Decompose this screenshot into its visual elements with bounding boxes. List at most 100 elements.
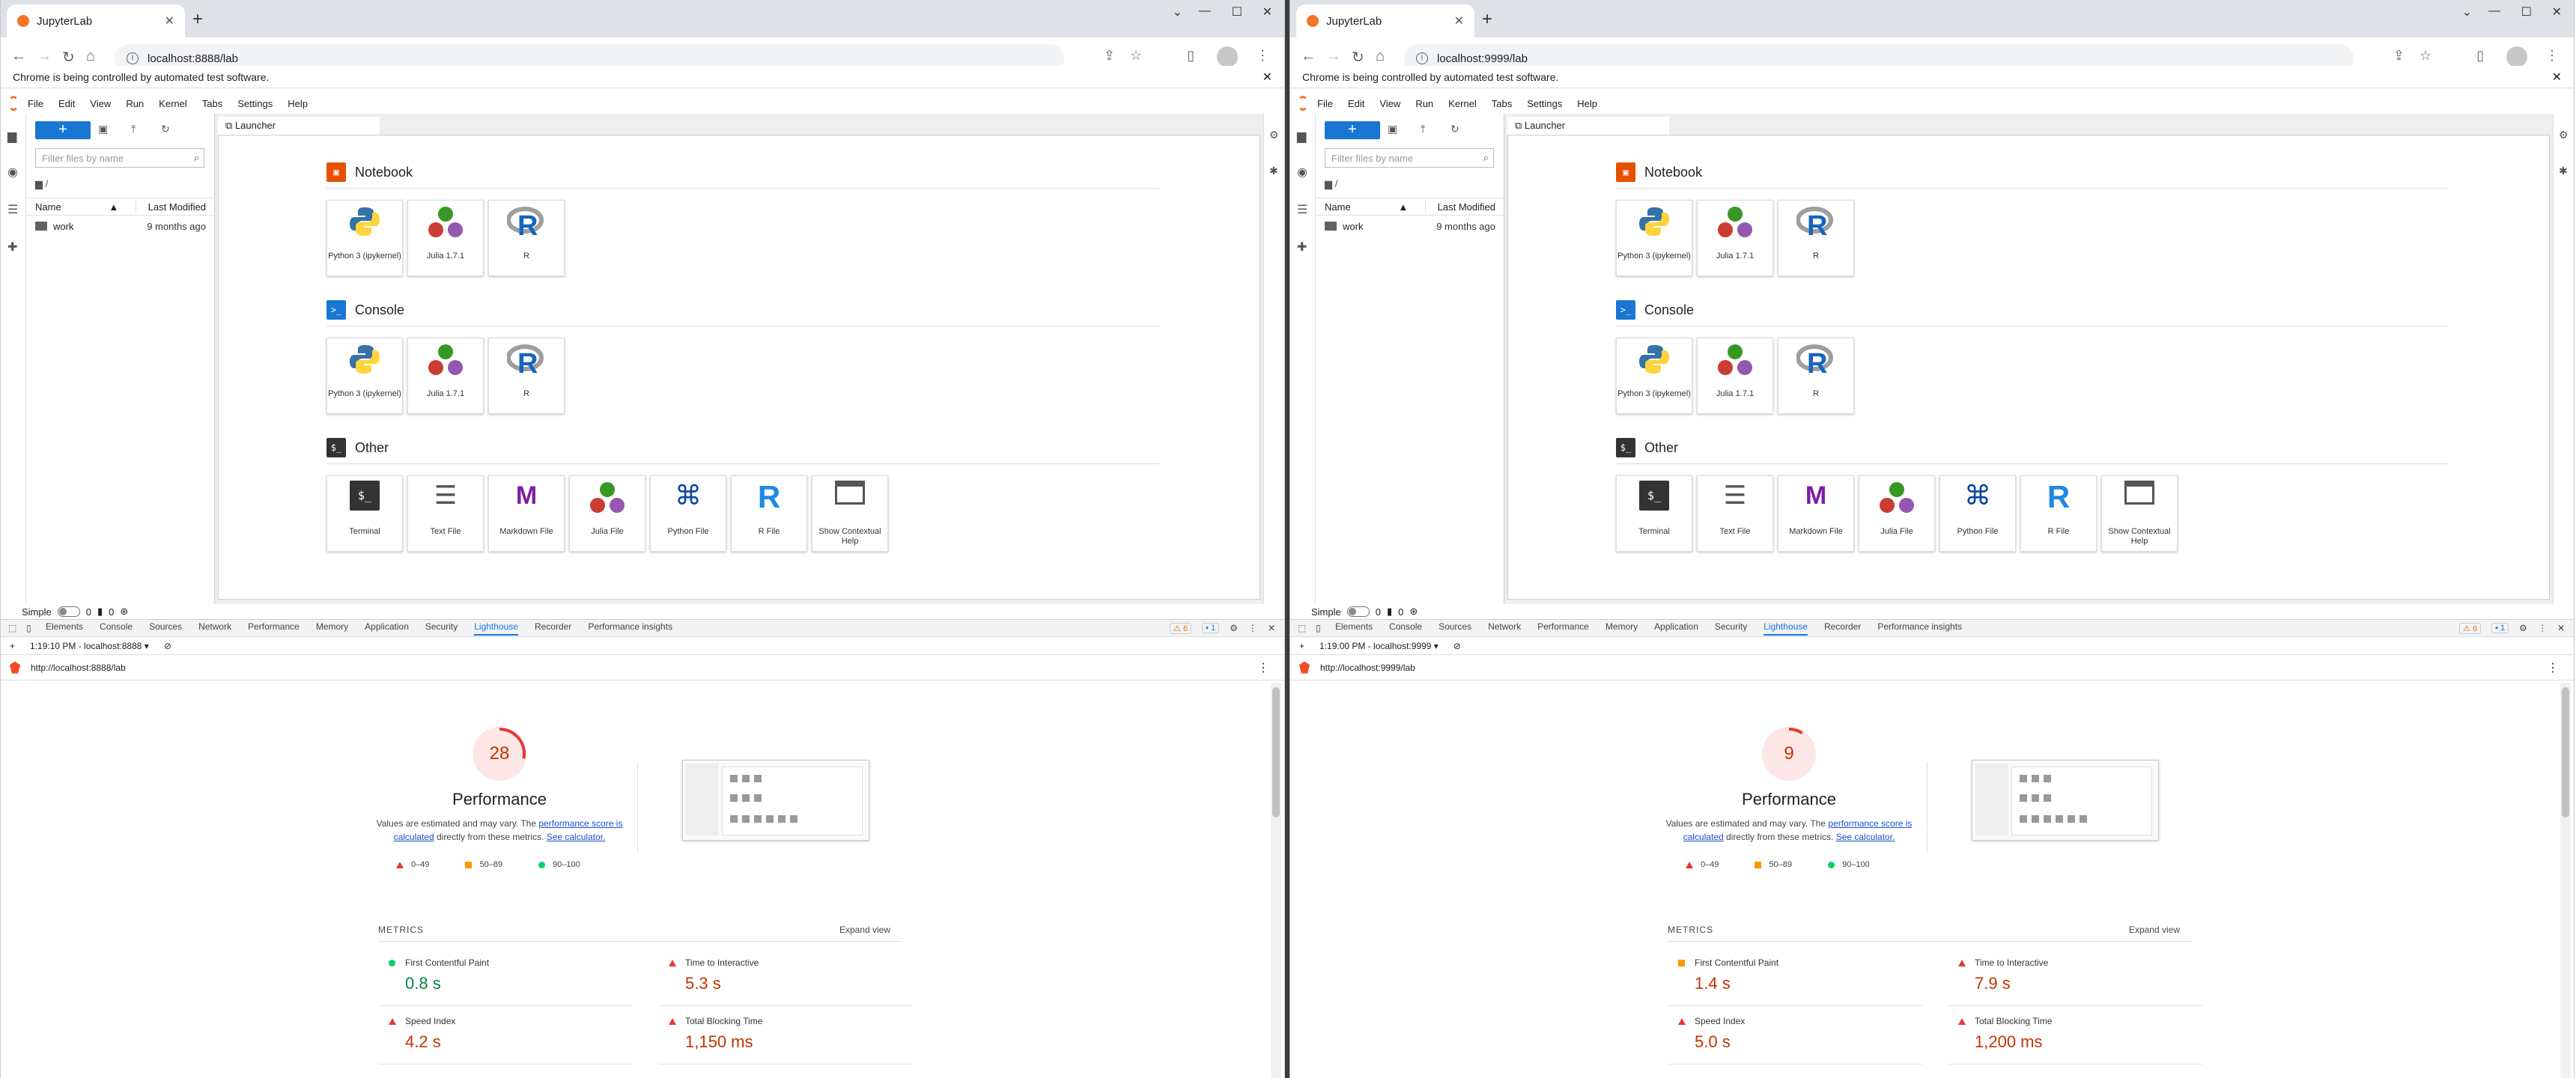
- new-folder-icon[interactable]: ▣: [1388, 123, 1397, 135]
- page-screenshot-thumbnail[interactable]: [1972, 760, 2159, 841]
- site-info-icon[interactable]: i: [127, 52, 139, 64]
- breadcrumb[interactable]: ▆ /: [1325, 178, 1337, 190]
- report-menu-icon[interactable]: ⋮: [2547, 660, 2559, 675]
- upload-icon[interactable]: ⤒: [131, 123, 136, 135]
- metric-item[interactable]: Speed Index 4.2 s: [378, 1016, 633, 1065]
- report-select[interactable]: 1:19:00 PM - localhost:9999 ▾: [1319, 641, 1439, 651]
- menu-tabs[interactable]: Tabs: [1492, 98, 1512, 109]
- devtools-tab-elements[interactable]: Elements: [1335, 621, 1373, 636]
- name-column-header[interactable]: Name ▲: [1316, 201, 1421, 213]
- kernel-count[interactable]: 0: [1398, 606, 1403, 618]
- launcher-card[interactable]: ⌘ Python File: [650, 475, 726, 552]
- devtools-tab-lighthouse[interactable]: Lighthouse: [1764, 621, 1808, 636]
- tab-launcher[interactable]: ⧉ Launcher: [218, 117, 380, 135]
- tab-search-icon[interactable]: ⌄: [2462, 4, 2472, 19]
- devtools-tab-recorder[interactable]: Recorder: [535, 621, 571, 636]
- table-of-contents-icon[interactable]: ☰: [1297, 202, 1307, 217]
- home-icon[interactable]: ⌂: [86, 48, 95, 65]
- metric-item[interactable]: Speed Index 5.0 s: [1668, 1016, 1922, 1065]
- forward-icon[interactable]: →: [1326, 48, 1341, 65]
- side-panel-icon[interactable]: ▯: [2476, 48, 2484, 64]
- menu-file[interactable]: File: [28, 98, 43, 109]
- property-inspector-icon[interactable]: ⚙: [1269, 129, 1279, 141]
- launcher-card[interactable]: Julia File: [569, 475, 645, 552]
- launcher-card[interactable]: ⌘ Python File: [1939, 475, 2016, 552]
- modified-column-header[interactable]: Last Modified: [135, 201, 215, 213]
- launcher-card[interactable]: Python 3 (ipykernel): [326, 338, 403, 414]
- device-toolbar-icon[interactable]: ▯: [26, 623, 31, 633]
- launcher-card[interactable]: Julia File: [1859, 475, 1935, 552]
- maximize-icon[interactable]: ☐: [2521, 4, 2532, 19]
- report-menu-icon[interactable]: ⋮: [1257, 660, 1269, 675]
- back-icon[interactable]: ←: [1301, 48, 1316, 65]
- devtools-tab-application[interactable]: Application: [1654, 621, 1698, 636]
- minimize-icon[interactable]: —: [2488, 4, 2500, 18]
- close-devtools-icon[interactable]: ✕: [2557, 623, 2565, 633]
- metric-item[interactable]: Total Blocking Time 1,150 ms: [658, 1016, 913, 1065]
- devtools-tab-lighthouse[interactable]: Lighthouse: [474, 621, 518, 636]
- simple-mode-toggle[interactable]: [1346, 606, 1370, 617]
- scrollbar-thumb[interactable]: [1272, 687, 1280, 817]
- file-row[interactable]: work 9 months ago: [26, 217, 215, 235]
- close-infobar-icon[interactable]: ✕: [2552, 70, 2562, 85]
- reload-icon[interactable]: ↻: [62, 48, 75, 67]
- messages-badge[interactable]: ▪ 1: [1202, 623, 1220, 633]
- folder-icon[interactable]: ▆: [1297, 129, 1306, 144]
- reload-icon[interactable]: ↻: [1352, 48, 1364, 67]
- metric-item[interactable]: Time to Interactive 7.9 s: [1948, 957, 2202, 1006]
- new-tab-icon[interactable]: +: [192, 9, 203, 30]
- launcher-card[interactable]: Julia 1.7.1: [1697, 338, 1773, 414]
- messages-badge[interactable]: ▪ 1: [2491, 623, 2509, 633]
- menu-tabs[interactable]: Tabs: [202, 98, 222, 109]
- close-window-icon[interactable]: ✕: [1263, 4, 1272, 19]
- share-icon[interactable]: ⇪: [2393, 48, 2405, 64]
- menu-view[interactable]: View: [90, 98, 111, 109]
- report-select[interactable]: 1:19:10 PM - localhost:8888 ▾: [30, 641, 149, 651]
- menu-edit[interactable]: Edit: [1348, 98, 1364, 109]
- property-inspector-icon[interactable]: ⚙: [2559, 129, 2569, 141]
- launcher-card[interactable]: $_ Terminal: [1616, 475, 1692, 552]
- kernel-count[interactable]: 0: [109, 606, 114, 618]
- extension-icon[interactable]: ✚: [7, 240, 17, 255]
- profile-avatar[interactable]: [2506, 46, 2527, 67]
- menu-help[interactable]: Help: [1577, 98, 1597, 109]
- breadcrumb-root[interactable]: /: [1335, 178, 1338, 189]
- new-report-icon[interactable]: +: [10, 641, 15, 651]
- home-icon[interactable]: ⌂: [1376, 48, 1385, 65]
- devtools-tab-application[interactable]: Application: [365, 621, 409, 636]
- launcher-card[interactable]: Julia 1.7.1: [407, 338, 484, 414]
- launcher-card[interactable]: RR: [488, 338, 565, 414]
- file-filter-input[interactable]: Filter files by name ⌕: [35, 148, 204, 168]
- launcher-card[interactable]: RR: [488, 200, 565, 276]
- name-column-header[interactable]: Name ▲: [26, 201, 131, 213]
- refresh-icon[interactable]: ↻: [1450, 123, 1459, 135]
- menu-run[interactable]: Run: [126, 98, 144, 109]
- clear-reports-icon[interactable]: ⊘: [1453, 641, 1461, 651]
- devtools-tab-network[interactable]: Network: [198, 621, 231, 636]
- refresh-icon[interactable]: ↻: [161, 123, 170, 135]
- report-scrollbar[interactable]: [2560, 683, 2571, 1078]
- inspect-element-icon[interactable]: ⬚: [8, 623, 16, 633]
- debugger-icon[interactable]: ✱: [1269, 165, 1278, 177]
- device-toolbar-icon[interactable]: ▯: [1316, 623, 1321, 633]
- devtools-tab-console[interactable]: Console: [1389, 621, 1422, 636]
- menu-run[interactable]: Run: [1415, 98, 1433, 109]
- breadcrumb[interactable]: ▆ /: [35, 178, 48, 190]
- performance-gauge[interactable]: 9: [1762, 727, 1816, 781]
- new-tab-icon[interactable]: +: [1482, 9, 1492, 30]
- clear-reports-icon[interactable]: ⊘: [164, 641, 171, 651]
- running-icon[interactable]: ◉: [1297, 165, 1307, 180]
- launcher-card[interactable]: M Markdown File: [488, 475, 565, 552]
- launcher-card[interactable]: RR: [1778, 338, 1854, 414]
- launcher-card[interactable]: Show Contextual Help: [2101, 475, 2178, 552]
- devtools-tab-console[interactable]: Console: [100, 621, 133, 636]
- metric-item[interactable]: Time to Interactive 5.3 s: [658, 957, 913, 1006]
- browser-tab[interactable]: JupyterLab ✕: [7, 4, 185, 37]
- breadcrumb-root[interactable]: /: [46, 178, 49, 189]
- launcher-card[interactable]: Julia 1.7.1: [407, 200, 484, 276]
- menu-help[interactable]: Help: [288, 98, 308, 109]
- devtools-tab-memory[interactable]: Memory: [316, 621, 348, 636]
- launcher-card[interactable]: R R File: [2020, 475, 2097, 552]
- menu-file[interactable]: File: [1317, 98, 1333, 109]
- devtools-tab-sources[interactable]: Sources: [1439, 621, 1471, 636]
